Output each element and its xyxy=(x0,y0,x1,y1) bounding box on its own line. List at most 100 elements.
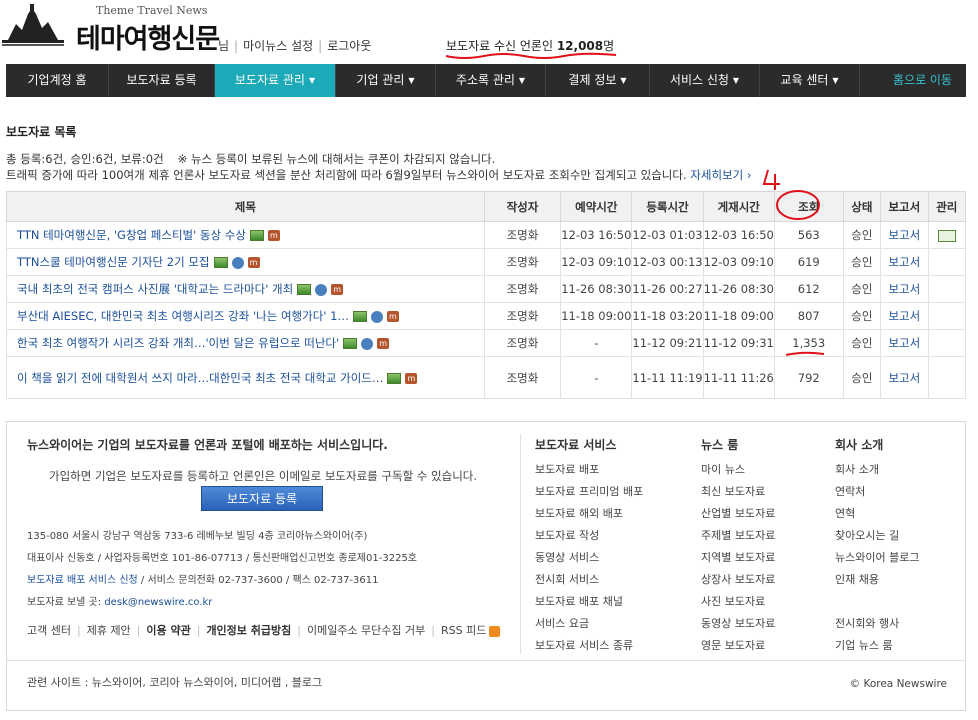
register-press-button[interactable]: 보도자료 등록 xyxy=(201,486,323,511)
service-apply-link[interactable]: 보도자료 배포 서비스 신청 xyxy=(27,575,138,586)
nav-label: 보도자료 관리 xyxy=(234,73,305,87)
footer-link[interactable]: 지역별 보도자료 xyxy=(701,547,775,569)
cell-status: 승인 xyxy=(842,275,882,303)
footer-link[interactable]: 회사 소개 xyxy=(835,459,919,481)
cell-views: 612 xyxy=(773,275,844,303)
multimedia-icon: m xyxy=(267,230,280,241)
report-link[interactable]: 보고서 xyxy=(888,309,920,323)
notice-more-link[interactable]: 자세히보기 › xyxy=(690,168,751,182)
nav-label: 기업계정 홈 xyxy=(27,73,87,87)
cell-report: 보고서 xyxy=(880,302,929,330)
footer-col-heading: 보도자료 서비스 xyxy=(535,438,617,452)
cell-status: 승인 xyxy=(842,248,882,276)
footer-link[interactable]: 전시회 서비스 xyxy=(535,569,643,591)
receivers-label: 보도자료 수신 언론인 xyxy=(446,39,553,53)
table-row: 이 책을 읽기 전에 대학원서 쓰지 마라…대한민국 최초 전국 대학교 가이드… xyxy=(6,356,967,399)
notice-text: 트래픽 증가에 따라 100여개 제휴 언론사 보도자료 섹션을 분산 처리함에… xyxy=(6,168,687,182)
footer-divider xyxy=(520,434,521,654)
cell-published: 11-11 11:26 xyxy=(702,356,775,399)
report-link[interactable]: 보고서 xyxy=(888,282,920,296)
nav-item-home[interactable]: 기업계정 홈 xyxy=(6,64,109,97)
nav-item-education[interactable]: 교육 센터 ▼ xyxy=(760,64,860,97)
nav-item-press-manage[interactable]: 보도자료 관리 ▼ xyxy=(215,64,336,97)
cell-reserve: - xyxy=(560,329,633,357)
link-terms[interactable]: 이용 약관 xyxy=(146,624,190,637)
footer-link[interactable]: 최신 보도자료 xyxy=(701,481,775,503)
footer-link[interactable]: 동영상 보도자료 xyxy=(701,613,775,635)
cell-status: 승인 xyxy=(842,302,882,330)
press-title-link[interactable]: 국내 최초의 전국 캠퍼스 사진展 '대학교는 드라마다' 개최 xyxy=(17,282,293,296)
user-suffix: 님 xyxy=(218,39,230,53)
receivers-number: 12,008 xyxy=(556,39,604,53)
press-title-link[interactable]: TTN스쿨 테마여행신문 기자단 2기 모집 xyxy=(17,255,210,269)
nav-home-link[interactable]: 홈으로 이동 xyxy=(879,64,966,97)
main-nav: 기업계정 홈 보도자료 등록 보도자료 관리 ▼ 기업 관리 ▼ 주소록 관리 ▼ 결… xyxy=(6,64,966,97)
nav-item-company[interactable]: 기업 관리 ▼ xyxy=(336,64,436,97)
footer-link[interactable]: 주제별 보도자료 xyxy=(701,525,775,547)
report-link[interactable]: 보고서 xyxy=(888,371,920,385)
photo-icon xyxy=(249,230,264,241)
press-title-link[interactable]: 이 책을 읽기 전에 대학원서 쓰지 마라…대한민국 최초 전국 대학교 가이드… xyxy=(17,371,383,385)
cell-published: 11-12 09:31 xyxy=(702,329,775,357)
cell-reserve: 12-03 09:10 xyxy=(560,248,633,276)
nav-item-payment[interactable]: 결제 정보 ▼ xyxy=(546,64,650,97)
footer-link[interactable]: 인재 채용 xyxy=(835,569,919,591)
press-title-link[interactable]: 부산대 AIESEC, 대한민국 최초 여행시리즈 강좌 '나는 여행가다' 1… xyxy=(17,309,349,323)
divider: | xyxy=(431,624,435,637)
footer-link[interactable]: 연혁 xyxy=(835,503,919,525)
table-row: 한국 최초 여행작가 시리즈 강좌 개최…'이번 달은 유럽으로 떠난다' m 조… xyxy=(6,329,967,357)
table-row: 국내 최초의 전국 캠퍼스 사진展 '대학교는 드라마다' 개최 m 조명화 11… xyxy=(6,275,967,303)
my-news-link[interactable]: 마이뉴스 설정 xyxy=(243,39,313,53)
link-partnership[interactable]: 제휴 제안 xyxy=(87,624,131,637)
press-release-table: 제목 작성자 예약시간 등록시간 게재시간 조회 상태 보고서 관리 TTN 테… xyxy=(6,191,967,399)
logo-icon[interactable] xyxy=(2,4,64,50)
footer-link[interactable]: 보도자료 작성 xyxy=(535,525,643,547)
footer-link[interactable]: 찾아오시는 길 xyxy=(835,525,919,547)
cell-author: 조명화 xyxy=(483,329,562,357)
cell-manage xyxy=(927,275,967,303)
footer-link[interactable]: 보도자료 서비스 종류 xyxy=(535,635,643,657)
footer-link[interactable]: 사진 보도자료 xyxy=(701,591,775,613)
caret-down-icon: ▼ xyxy=(732,76,740,85)
video-icon xyxy=(370,310,383,323)
address-line: 135-080 서울시 강남구 역삼동 733-6 레베누보 빌딩 4층 코리아… xyxy=(27,531,368,542)
edit-mail-icon[interactable] xyxy=(937,229,956,242)
footer-link[interactable]: 보도자료 배포 채널 xyxy=(535,591,643,613)
report-link[interactable]: 보고서 xyxy=(888,255,920,269)
press-title-link[interactable]: TTN 테마여행신문, 'G창업 페스티벌' 동상 수상 xyxy=(17,228,246,242)
footer-link[interactable]: 영문 보도자료 xyxy=(701,635,775,657)
link-rss[interactable]: RSS 피드 xyxy=(441,624,486,637)
link-customer-center[interactable]: 고객 센터 xyxy=(27,624,71,637)
logo-subtitle: Theme Travel News xyxy=(96,4,208,17)
footer-link[interactable]: 마이 뉴스 xyxy=(701,459,775,481)
send-label: 보도자료 보낼 곳: xyxy=(27,597,105,608)
footer-link[interactable]: 보도자료 해외 배포 xyxy=(535,503,643,525)
email-link[interactable]: desk@newswire.co.kr xyxy=(104,597,212,608)
footer-link[interactable]: 서비스 요금 xyxy=(535,613,643,635)
logout-link[interactable]: 로그아웃 xyxy=(327,39,371,53)
footer-link[interactable]: 산업별 보도자료 xyxy=(701,503,775,525)
press-title-link[interactable]: 한국 최초 여행작가 시리즈 강좌 개최…'이번 달은 유럽으로 떠난다' xyxy=(17,336,339,350)
cell-author: 조명화 xyxy=(483,221,562,249)
col-reserve: 예약시간 xyxy=(560,191,633,222)
footer-col-heading: 회사 소개 xyxy=(835,438,884,452)
footer-link[interactable]: 상장사 보도자료 xyxy=(701,569,775,591)
footer-link[interactable]: 동영상 서비스 xyxy=(535,547,643,569)
nav-item-service[interactable]: 서비스 신청 ▼ xyxy=(650,64,760,97)
footer-link[interactable]: 보도자료 배포 xyxy=(535,459,643,481)
rss-icon[interactable] xyxy=(489,625,501,637)
report-link[interactable]: 보고서 xyxy=(888,228,920,242)
footer-link[interactable]: 보도자료 프리미엄 배포 xyxy=(535,481,643,503)
footer-link[interactable]: 뉴스와이어 블로그 xyxy=(835,547,919,569)
cell-views: 792 xyxy=(773,356,844,399)
link-email-refusal[interactable]: 이메일주소 무단수집 거부 xyxy=(307,624,425,637)
logo-title[interactable]: 테마여행신문 xyxy=(76,17,220,56)
report-link[interactable]: 보고서 xyxy=(888,336,920,350)
footer-links: 고객 센터 | 제휴 제안 | 이용 약관 | 개인정보 취급방침 | 이메일주소 무단수집 거… xyxy=(27,622,501,638)
footer-link[interactable]: 연락처 xyxy=(835,481,919,503)
nav-item-address[interactable]: 주소록 관리 ▼ xyxy=(436,64,546,97)
footer-link[interactable]: 전시회와 행사 xyxy=(835,613,919,635)
nav-item-register[interactable]: 보도자료 등록 xyxy=(109,64,215,97)
footer-link[interactable]: 기업 뉴스 룸 xyxy=(835,635,919,657)
link-privacy[interactable]: 개인정보 취급방침 xyxy=(206,624,291,637)
